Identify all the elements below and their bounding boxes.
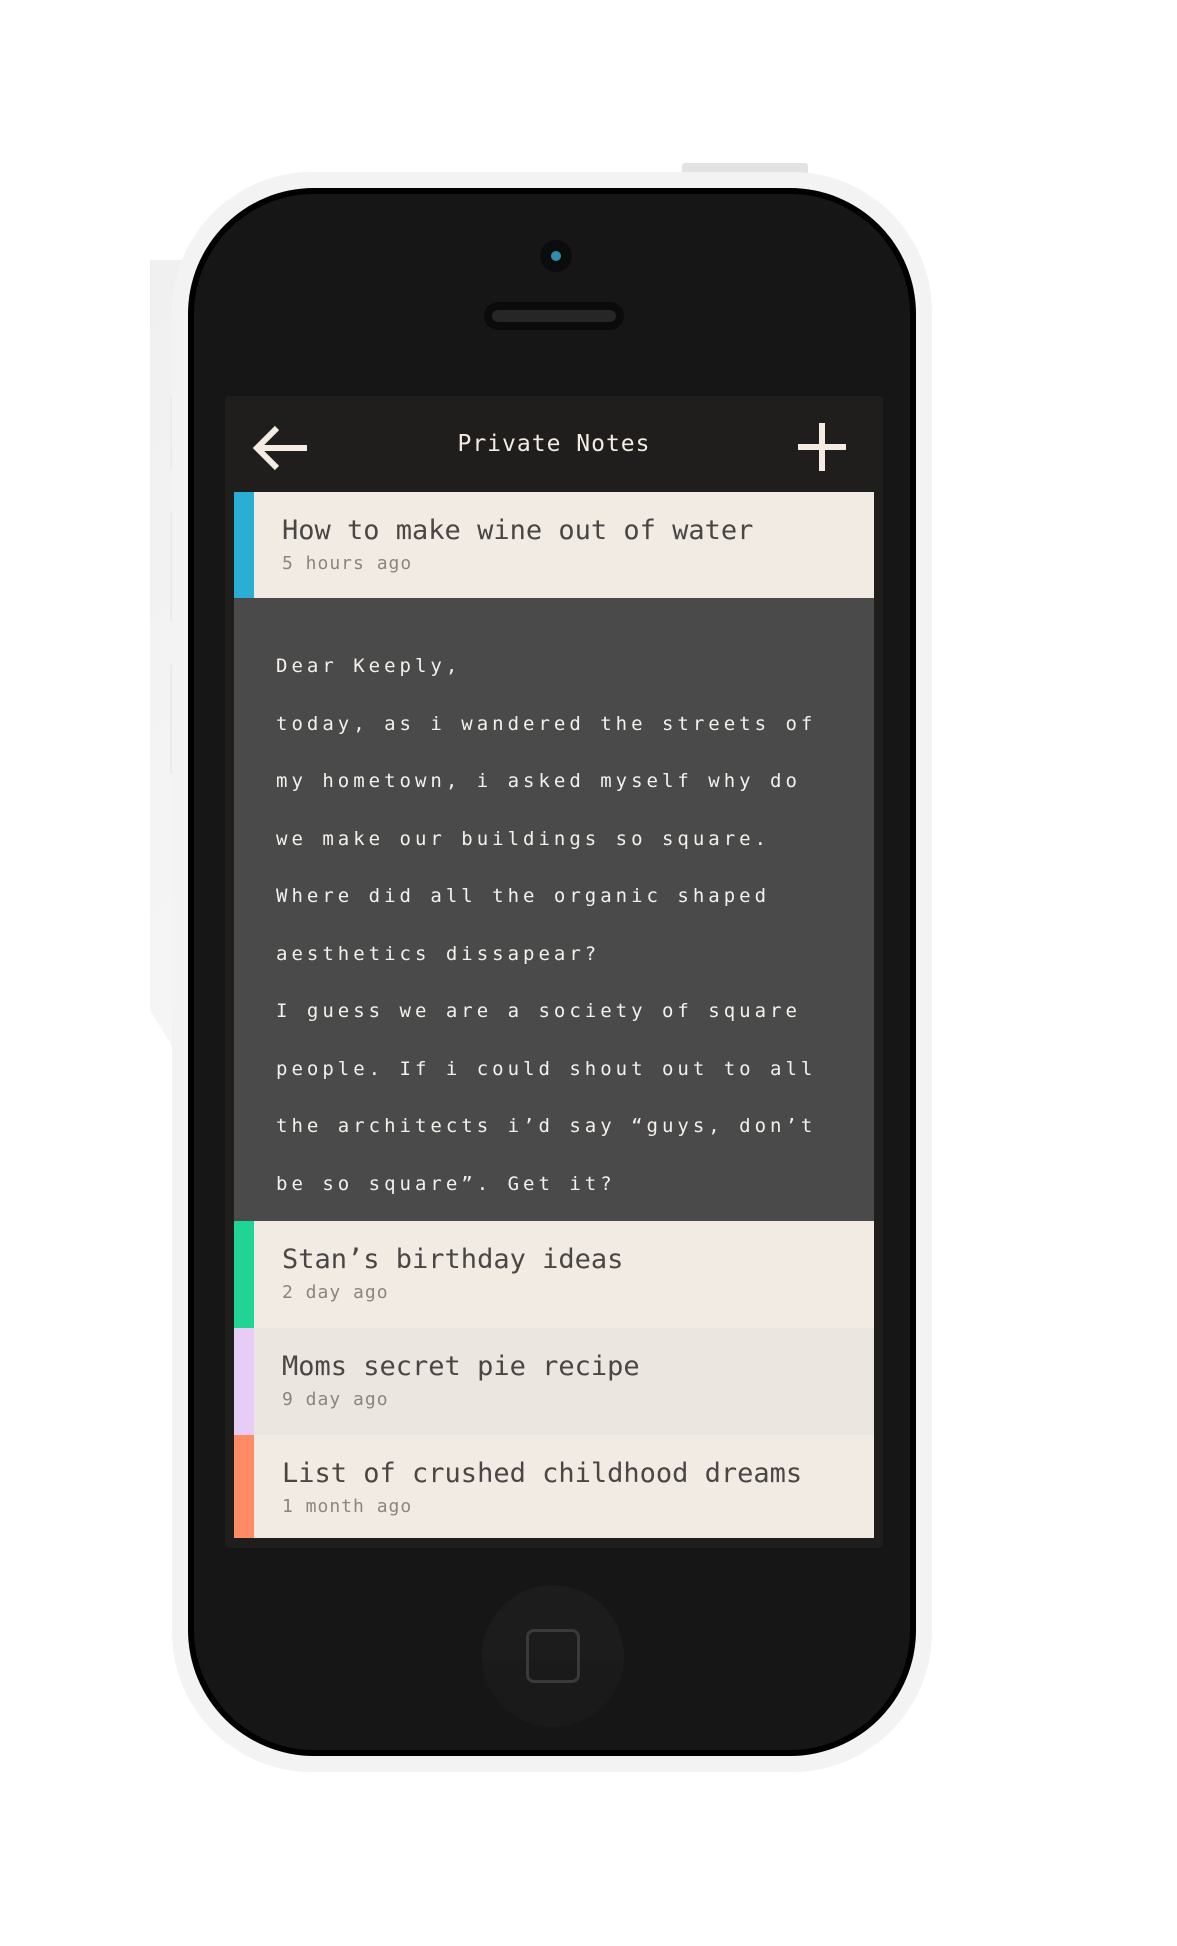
home-square-icon — [526, 1629, 580, 1683]
note-title: List of crushed childhood dreams — [282, 1458, 803, 1489]
note-body-line: aesthetics dissapear? — [276, 942, 601, 965]
note-timestamp: 2 day ago — [282, 1282, 389, 1303]
note-row-wine[interactable]: How to make wine out of water 5 hours ag… — [234, 492, 874, 598]
app-screen: Private Notes How to make wine out of wa… — [225, 396, 883, 1548]
page-title: Private Notes — [457, 431, 651, 457]
front-camera — [540, 240, 572, 272]
note-row-pie-recipe[interactable]: Moms secret pie recipe 9 day ago — [234, 1328, 874, 1435]
earpiece-speaker — [484, 302, 624, 330]
note-body-line: Where did all the organic shaped — [276, 885, 771, 907]
expanded-note-body[interactable]: Dear Keeply, today, as i wandered the st… — [234, 598, 874, 1221]
note-color-stripe — [234, 1435, 254, 1538]
note-body-line: I guess we are a society of square — [276, 1000, 801, 1022]
notes-list: How to make wine out of water 5 hours ag… — [234, 492, 874, 1538]
note-body-text: Dear Keeply, today, as i wandered the st… — [276, 638, 856, 1213]
note-timestamp: 1 month ago — [282, 1496, 413, 1517]
note-title: Stan’s birthday ideas — [282, 1244, 624, 1275]
note-color-stripe — [234, 492, 254, 598]
camera-lens — [551, 251, 561, 261]
note-body-line: my hometown, i asked myself why do — [276, 770, 801, 792]
note-body-line: people. If i could shout out to all — [276, 1057, 817, 1080]
note-title: Moms secret pie recipe — [282, 1351, 640, 1382]
note-body-line: today, as i wandered the streets of — [276, 712, 817, 735]
nav-bar: Private Notes — [225, 396, 883, 492]
plus-icon — [798, 423, 846, 471]
note-timestamp: 5 hours ago — [282, 553, 413, 574]
note-timestamp: 9 day ago — [282, 1389, 389, 1410]
home-button[interactable] — [482, 1585, 624, 1727]
note-body-line: be so square”. Get it? — [276, 1172, 616, 1195]
note-color-stripe — [234, 1328, 254, 1435]
note-row-dreams[interactable]: List of crushed childhood dreams 1 month… — [234, 1435, 874, 1538]
speaker-grille — [492, 310, 616, 322]
note-body-line: we make our buildings so square. — [276, 827, 771, 850]
add-note-button[interactable] — [797, 422, 847, 472]
note-color-stripe — [234, 1221, 254, 1328]
note-title: How to make wine out of water — [282, 515, 754, 546]
note-row-birthday[interactable]: Stan’s birthday ideas 2 day ago — [234, 1221, 874, 1328]
note-body-line: Dear Keeply, — [276, 655, 462, 677]
note-body-line: the architects i’d say “guys, don’t — [276, 1115, 817, 1137]
